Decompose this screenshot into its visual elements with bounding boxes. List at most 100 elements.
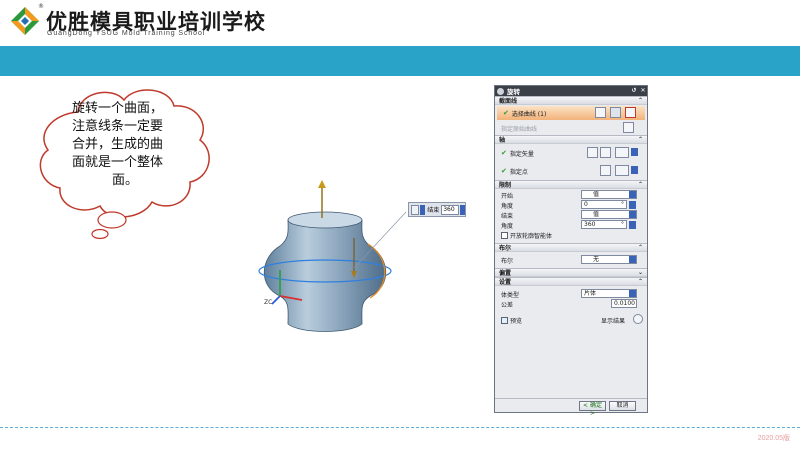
header-band <box>0 46 800 76</box>
chevron-down-icon[interactable]: ⌄ <box>638 270 644 276</box>
tolerance-label: 公差 <box>501 301 514 309</box>
vector-type-icon[interactable] <box>615 147 629 158</box>
chevron-up-icon[interactable]: ⌃ <box>638 98 644 104</box>
limits-section-header[interactable]: 限制 ⌃ <box>495 180 647 189</box>
callout-line: 面。 <box>112 173 139 188</box>
spinner-icon[interactable] <box>459 204 465 215</box>
end-angle-row: 角度 360 ° <box>495 220 647 230</box>
start-row: 开始 值 <box>495 190 647 200</box>
body-type-value: 片体 <box>584 290 597 297</box>
chevron-up-icon[interactable]: ⌃ <box>638 137 644 143</box>
callout-line: 合并，生成的曲 <box>72 137 164 152</box>
revolved-surface-model[interactable] <box>250 178 400 338</box>
end-row: 结束 值 <box>495 210 647 220</box>
origin-curve-label: 指定原始曲线 <box>501 125 538 133</box>
chevron-down-icon[interactable] <box>629 256 636 263</box>
body-type-select[interactable]: 片体 <box>581 289 637 298</box>
callout-line: 旋转一个曲面， <box>72 101 164 116</box>
origin-curve-row[interactable]: 指定原始曲线 <box>495 121 647 135</box>
boolean-label: 布尔 <box>501 257 514 265</box>
offset-section-header[interactable]: 偏置 ⌄ <box>495 268 647 277</box>
ok-button[interactable]: < 确定 > <box>579 401 606 417</box>
show-result-label[interactable]: 显示结果 <box>601 316 625 325</box>
end-angle-value: 360 <box>584 221 596 228</box>
magnifier-icon[interactable] <box>633 314 643 324</box>
chevron-up-icon[interactable]: ⌃ <box>638 279 644 285</box>
dialog-titlebar: 旋转 ↺ ✕ <box>495 86 647 96</box>
registered-mark: ® <box>38 3 44 10</box>
spinner-icon[interactable] <box>629 221 636 229</box>
chevron-down-icon[interactable] <box>420 204 426 215</box>
revolve-dialog: 旋转 ↺ ✕ 截面线 ⌃ ✔ 选择曲线 (1) 指定原始曲线 轴 ⌃ ✔ 指定矢… <box>494 85 648 417</box>
school-name-en: GuangDong YSUG Mold Training School <box>47 30 206 37</box>
tolerance-input[interactable]: 0.0100 <box>611 299 637 308</box>
point-dialog-icon[interactable] <box>600 165 611 176</box>
section-icon[interactable] <box>625 107 636 118</box>
end-label: 结束 <box>501 212 514 220</box>
reset-icon[interactable]: ↺ <box>630 87 638 95</box>
end-type-value: 值 <box>593 211 600 218</box>
open-profile-row[interactable]: 开放轮廓智能体 <box>495 230 647 240</box>
type-icon[interactable] <box>411 204 420 215</box>
chevron-down-icon[interactable] <box>631 166 638 174</box>
settings-section-header[interactable]: 设置 ⌃ <box>495 277 647 286</box>
callout-line: 面就是一个整体 <box>72 155 164 170</box>
boolean-select[interactable]: 无 <box>581 255 637 264</box>
start-type-select[interactable]: 值 <box>581 190 637 199</box>
gear-icon[interactable] <box>497 87 504 95</box>
preview-label: 预览 <box>510 317 523 325</box>
start-angle-row: 角度 0 ° <box>495 200 647 210</box>
end-angle-handle-toolbar[interactable]: 结束 360 <box>408 202 466 217</box>
sketch-icon[interactable] <box>610 107 621 118</box>
specify-vector-row[interactable]: ✔ 指定矢量 <box>495 144 647 162</box>
vector-dialog-icon[interactable] <box>600 147 611 158</box>
close-icon[interactable]: ✕ <box>639 87 647 95</box>
start-angle-input[interactable]: 0 ° <box>581 200 627 209</box>
end-type-select[interactable]: 值 <box>581 210 637 219</box>
curve-rule-icon[interactable] <box>595 107 606 118</box>
mini-end-value-input[interactable]: 360 <box>441 204 459 215</box>
check-icon: ✔ <box>503 109 509 117</box>
section-title: 轴 <box>499 137 506 144</box>
callout-text: 旋转一个曲面， 注意线条一定要 合并，生成的曲 面就是一个整体 面。 <box>72 100 182 190</box>
axis-section-header[interactable]: 轴 ⌃ <box>495 135 647 144</box>
mini-end-label: 结束 <box>427 207 440 214</box>
section-title: 设置 <box>499 279 512 286</box>
select-curve-row[interactable]: ✔ 选择曲线 (1) <box>497 106 645 120</box>
footer-divider <box>0 427 800 428</box>
start-type-value: 值 <box>593 191 600 198</box>
cancel-button[interactable]: 取消 <box>609 401 636 411</box>
section-title: 布尔 <box>499 245 512 252</box>
section-curve-header[interactable]: 截面线 ⌃ <box>495 96 647 105</box>
chevron-down-icon[interactable] <box>629 211 636 218</box>
boolean-section-header[interactable]: 布尔 ⌃ <box>495 243 647 252</box>
dialog-footer: < 确定 > 取消 <box>495 398 647 417</box>
boolean-value: 无 <box>593 256 600 263</box>
check-icon: ✔ <box>501 149 507 157</box>
start-label: 开始 <box>501 192 514 200</box>
chevron-up-icon[interactable]: ⌃ <box>638 182 644 188</box>
body-type-row: 体类型 片体 <box>495 289 647 299</box>
unit-label: ° <box>621 201 624 208</box>
select-curve-label: 选择曲线 (1) <box>511 110 547 118</box>
preview-checkbox[interactable] <box>501 316 508 324</box>
chevron-down-icon[interactable] <box>629 191 636 198</box>
end-angle-input[interactable]: 360 ° <box>581 220 627 229</box>
origin-curve-icon[interactable] <box>623 122 634 133</box>
start-angle-value: 0 <box>584 201 588 208</box>
reverse-direction-icon[interactable] <box>587 147 598 158</box>
chevron-up-icon[interactable]: ⌃ <box>638 245 644 251</box>
open-profile-checkbox[interactable] <box>501 231 508 239</box>
spinner-icon[interactable] <box>629 201 636 209</box>
specify-point-label: 指定点 <box>509 168 528 176</box>
specify-point-row[interactable]: ✔ 指定点 <box>495 162 647 180</box>
chevron-down-icon[interactable] <box>629 290 636 297</box>
start-angle-label: 角度 <box>501 202 514 210</box>
end-angle-label: 角度 <box>501 222 514 230</box>
specify-vector-label: 指定矢量 <box>509 150 534 158</box>
check-icon: ✔ <box>501 167 507 175</box>
chevron-down-icon[interactable] <box>631 148 638 156</box>
point-type-icon[interactable] <box>615 165 629 176</box>
boolean-row: 布尔 无 <box>495 252 647 268</box>
school-logo-icon <box>11 7 39 35</box>
